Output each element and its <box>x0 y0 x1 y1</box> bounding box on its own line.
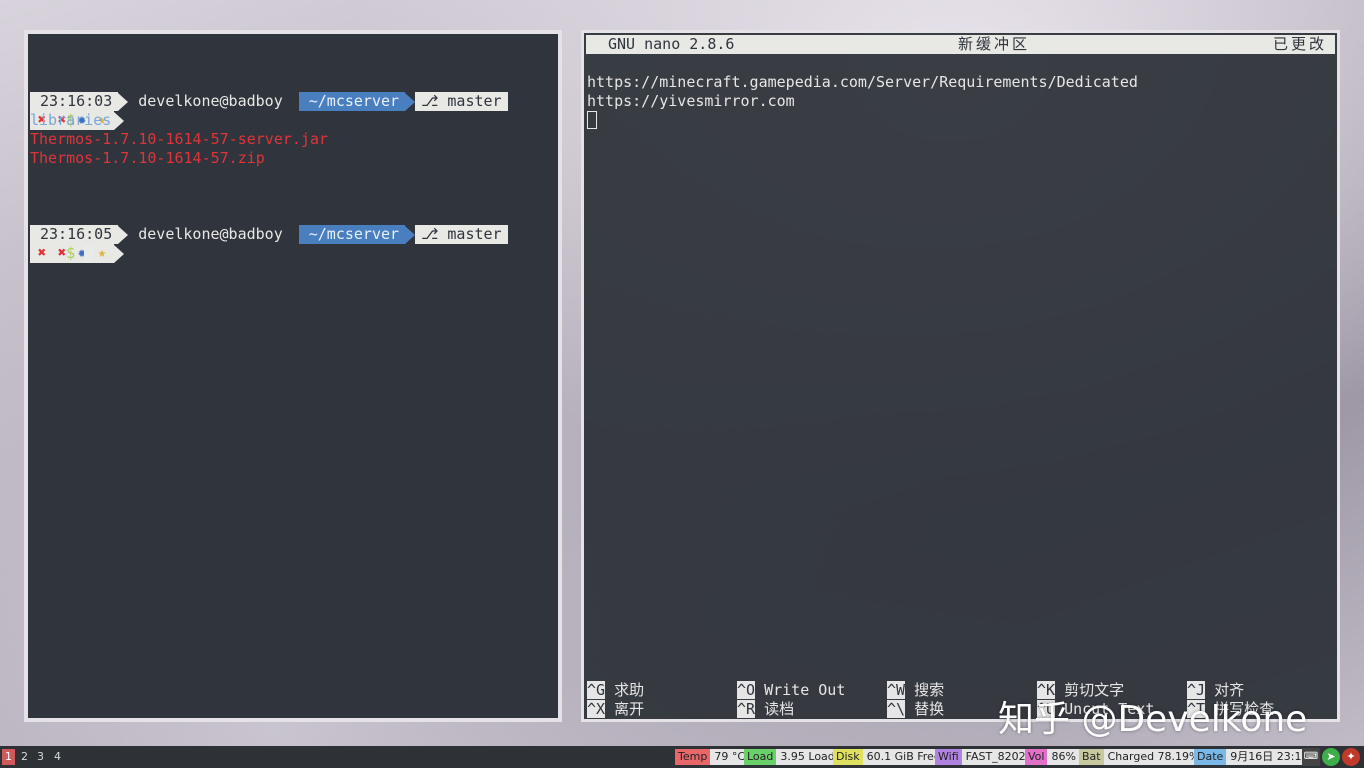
prompt-user: develkone@badboy <box>128 92 289 111</box>
prompt-git-branch: ⎇ master <box>415 92 508 111</box>
prompt-line-2: 23:16:05 develkone@badboy ~/mcserver ⎇ m… <box>30 187 508 244</box>
shortcut-exit[interactable]: ^X 离开 <box>587 700 644 719</box>
ls-dir-entry: libraries <box>30 111 112 129</box>
workspace-4[interactable]: 4 <box>51 749 64 765</box>
telegram-icon[interactable]: ➤ <box>1322 748 1340 766</box>
nano-editor-window[interactable]: GNU nano 2.8.6 新缓冲区 已更改 https://minecraf… <box>581 30 1340 722</box>
battery-module: Bat Charged 78.19% <box>1079 749 1204 765</box>
nano-text-line[interactable]: https://minecraft.gamepedia.com/Server/R… <box>587 73 1138 92</box>
status-bar: 1 2 3 4 Temp 79 °C Load 3.95 Load Disk 60.1… <box>0 746 1364 768</box>
prompt-line-1: 23:16:03 develkone@badboy ~/mcserver ⎇ m… <box>30 54 508 111</box>
prompt-path: ~/mcserver <box>298 225 406 244</box>
status-line-1: ✖ ✖ ✹ ★ <box>30 73 124 130</box>
ls-file-entry: Thermos-1.7.10-1614-57-server.jar <box>30 130 329 148</box>
workspace-2[interactable]: 2 <box>18 749 31 765</box>
volume-module: Vol 86% <box>1025 749 1080 765</box>
nano-text-line[interactable]: https://yivesmirror.com <box>587 92 795 111</box>
text-cursor <box>84 245 94 262</box>
disk-module: Disk 60.1 GiB Free <box>833 749 945 765</box>
watermark: 知乎 @Develkone <box>998 699 1308 740</box>
shortcut-write-out[interactable]: ^O Write Out <box>737 681 845 700</box>
nano-titlebar: GNU nano 2.8.6 新缓冲区 已更改 <box>586 35 1335 54</box>
git-branch-icon: ⎇ <box>421 92 448 110</box>
shortcut-help[interactable]: ^G 求助 <box>587 681 644 700</box>
status-line-2: ✖ ✖ ✹ ★ <box>30 206 124 263</box>
prompt-user: develkone@badboy <box>128 225 289 244</box>
temp-module: Temp 79 °C <box>675 749 750 765</box>
workspace-1[interactable]: 1 <box>2 749 15 765</box>
shortcut-replace[interactable]: ^\ 替换 <box>887 700 944 719</box>
prompt-path: ~/mcserver <box>298 92 406 111</box>
left-terminal-window[interactable]: 23:16:03 develkone@badboy ~/mcserver ⎇ m… <box>24 30 562 722</box>
git-branch-icon: ⎇ <box>421 225 448 243</box>
date-module: Date 9月16日 23:16 <box>1194 749 1313 765</box>
nano-modified-status: 已更改 <box>1272 35 1327 53</box>
star-icon: ★ <box>97 245 107 261</box>
input-line[interactable]: $ <box>30 225 94 262</box>
prompt-symbol: $ <box>66 244 76 262</box>
workspace-3[interactable]: 3 <box>34 749 47 765</box>
load-module: Load 3.95 Load <box>744 749 839 765</box>
prompt-git-branch: ⎇ master <box>415 225 508 244</box>
command-line: $ ls <box>30 92 102 129</box>
nano-version: GNU nano 2.8.6 <box>608 35 735 53</box>
wifi-module: Wifi FAST_8202 <box>935 749 1030 765</box>
ls-file-entry: Thermos-1.7.10-1614-57.zip <box>30 149 265 167</box>
app-tray-icon[interactable]: ✦ <box>1342 748 1360 766</box>
shortcut-read-file[interactable]: ^R 读档 <box>737 700 794 719</box>
keyboard-icon[interactable]: ⌨ <box>1302 748 1320 766</box>
shortcut-search[interactable]: ^W 搜索 <box>887 681 944 700</box>
nano-buffer-name: 新缓冲区 <box>958 35 1031 53</box>
text-cursor <box>587 111 597 129</box>
